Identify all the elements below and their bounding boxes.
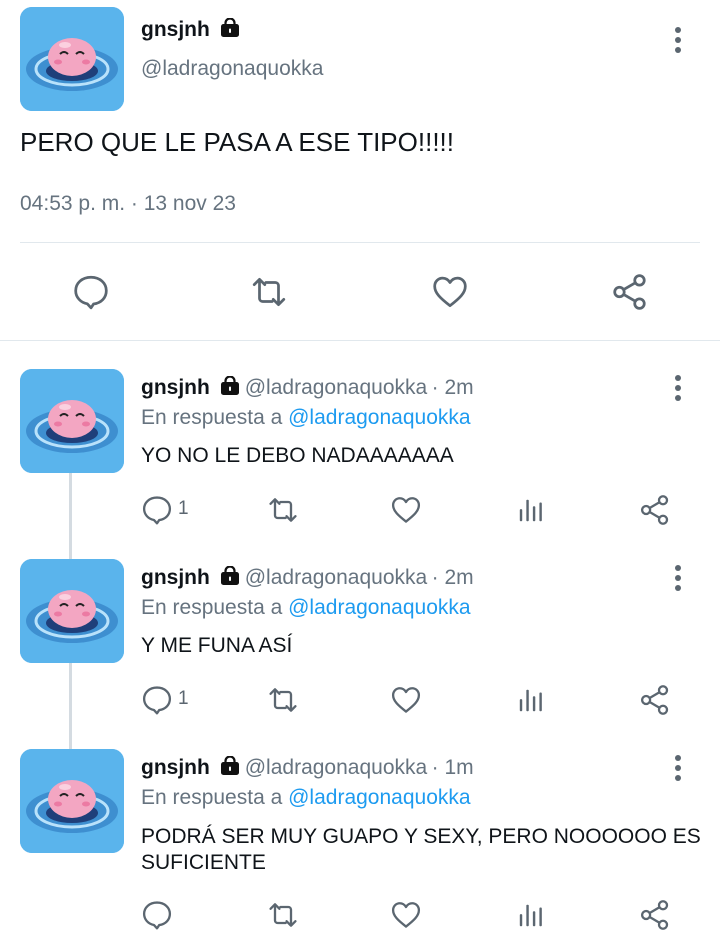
tweet-text-line: PODRÁ SER MUY GUAPO Y SEXY, PERO NOOOOOO… [141, 825, 701, 848]
share-icon[interactable] [638, 684, 672, 716]
reply-prefix: En respuesta a [141, 596, 283, 619]
tweet-text: PERO QUE LE PASA A ESE TIPO!!!!! [20, 127, 454, 157]
timestamp: 04:53 p. m. · 13 nov 23 [20, 192, 236, 215]
avatar[interactable] [20, 369, 124, 473]
stats-icon[interactable] [517, 901, 545, 929]
author-line: gnsjnh @ladragonaquokka · 1m [141, 756, 474, 780]
stats-icon[interactable] [517, 496, 545, 524]
handle[interactable]: @ladragonaquokka [245, 566, 427, 589]
like-icon[interactable] [389, 684, 423, 716]
more-options-icon[interactable] [673, 375, 683, 403]
tweet-text: Y ME FUNA ASÍ [141, 634, 293, 657]
tweet-text-line: SUFICIENTE [141, 851, 266, 874]
like-icon[interactable] [430, 273, 470, 311]
tweet-text: PODRÁ SER MUY GUAPO Y SEXY, PERO NOOOOOO… [141, 824, 701, 876]
avatar[interactable] [20, 559, 124, 663]
reply-context: En respuesta a @ladragonaquokka [141, 406, 471, 430]
author-line: gnsjnh [141, 18, 240, 42]
display-name[interactable]: gnsjnh [141, 566, 210, 589]
author-line: gnsjnh @ladragonaquokka · 2m [141, 566, 474, 590]
thread-line [69, 473, 72, 560]
divider [20, 242, 700, 243]
reply-prefix: En respuesta a [141, 406, 283, 429]
more-options-icon[interactable] [673, 755, 683, 783]
lock-icon [220, 376, 240, 396]
reply-to-link[interactable]: @ladragonaquokka [288, 406, 470, 429]
reply-icon[interactable] [141, 899, 173, 931]
handle[interactable]: @ladragonaquokka [141, 57, 323, 81]
lock-icon [220, 756, 240, 776]
share-icon[interactable] [638, 494, 672, 526]
reply-prefix: En respuesta a [141, 786, 283, 809]
divider [0, 340, 720, 341]
share-icon[interactable] [638, 899, 672, 931]
reply-icon[interactable] [141, 494, 173, 526]
relative-time: · 2m [431, 376, 474, 399]
reply-count: 1 [178, 498, 189, 519]
reply-count: 1 [178, 688, 189, 709]
tweet-text: YO NO LE DEBO NADAAAAAAA [141, 444, 454, 467]
reply-to-link[interactable]: @ladragonaquokka [288, 596, 470, 619]
display-name[interactable]: gnsjnh [141, 18, 210, 41]
avatar[interactable] [20, 749, 124, 853]
retweet-icon[interactable] [266, 494, 300, 526]
share-icon[interactable] [610, 273, 650, 311]
avatar[interactable] [20, 7, 124, 111]
reply-to-link[interactable]: @ladragonaquokka [288, 786, 470, 809]
retweet-icon[interactable] [266, 899, 300, 931]
like-icon[interactable] [389, 899, 423, 931]
relative-time: · 1m [431, 756, 474, 779]
reply-context: En respuesta a @ladragonaquokka [141, 596, 471, 620]
handle[interactable]: @ladragonaquokka [245, 376, 427, 399]
author-line: gnsjnh @ladragonaquokka · 2m [141, 376, 474, 400]
relative-time: · 2m [431, 566, 474, 589]
lock-icon [220, 18, 240, 38]
reply-icon[interactable] [72, 273, 110, 311]
reply-icon[interactable] [141, 684, 173, 716]
more-options-icon[interactable] [673, 565, 683, 593]
display-name[interactable]: gnsjnh [141, 756, 210, 779]
more-options-icon[interactable] [673, 27, 683, 55]
stats-icon[interactable] [517, 686, 545, 714]
thread-line [69, 663, 72, 750]
lock-icon [220, 566, 240, 586]
like-icon[interactable] [389, 494, 423, 526]
retweet-icon[interactable] [266, 684, 300, 716]
handle[interactable]: @ladragonaquokka [245, 756, 427, 779]
retweet-icon[interactable] [249, 273, 289, 311]
display-name[interactable]: gnsjnh [141, 376, 210, 399]
reply-context: En respuesta a @ladragonaquokka [141, 786, 471, 810]
